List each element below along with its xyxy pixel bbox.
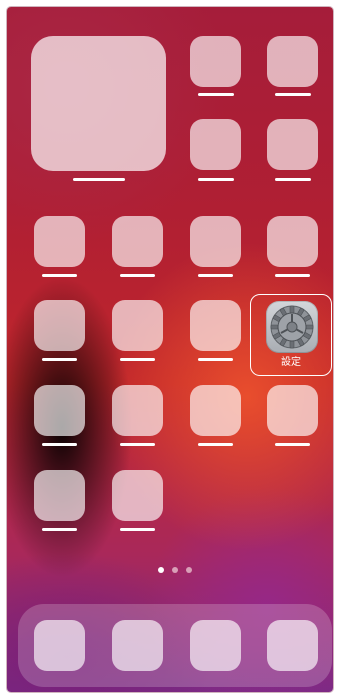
dock-app-icon[interactable] [34,620,85,671]
app-label-placeholder [42,443,77,446]
app-icon[interactable] [267,385,318,436]
app-label-placeholder [275,274,310,277]
widget[interactable] [31,36,166,171]
app-icon[interactable] [190,119,241,170]
app-label-placeholder [198,443,233,446]
settings-app[interactable]: 設定 [250,294,332,376]
app-label-placeholder [120,358,155,361]
app-icon[interactable] [190,300,241,351]
app-label-placeholder [42,528,77,531]
app-icon[interactable] [190,385,241,436]
settings-app-label: 設定 [281,357,301,368]
app-label-placeholder [120,443,155,446]
gear-icon [266,301,318,353]
app-icon[interactable] [190,36,241,87]
app-icon[interactable] [190,216,241,267]
app-label-placeholder [275,443,310,446]
page-dot [186,567,192,573]
app-icon[interactable] [34,300,85,351]
dock-app-icon[interactable] [112,620,163,671]
app-label-placeholder [120,274,155,277]
app-icon[interactable] [112,216,163,267]
page-dot [172,567,178,573]
app-label-placeholder [42,358,77,361]
dock-app-icon[interactable] [190,620,241,671]
app-label-placeholder [198,93,234,96]
app-icon[interactable] [267,119,318,170]
app-icon[interactable] [34,216,85,267]
app-icon[interactable] [112,385,163,436]
app-icon[interactable] [112,300,163,351]
app-icon[interactable] [112,470,163,521]
app-label-placeholder [275,178,311,181]
app-label-placeholder [120,528,155,531]
app-label-placeholder [198,178,234,181]
dock-app-icon[interactable] [267,620,318,671]
page-indicator[interactable] [158,567,198,575]
app-label-placeholder [275,93,311,96]
app-label-placeholder [198,358,233,361]
app-label-placeholder [198,274,233,277]
app-label-placeholder [42,274,77,277]
widget-label-placeholder [73,178,125,181]
app-icon[interactable] [267,216,318,267]
page-dot-active [158,567,164,573]
app-icon[interactable] [34,385,85,436]
app-icon[interactable] [34,470,85,521]
app-icon[interactable] [267,36,318,87]
